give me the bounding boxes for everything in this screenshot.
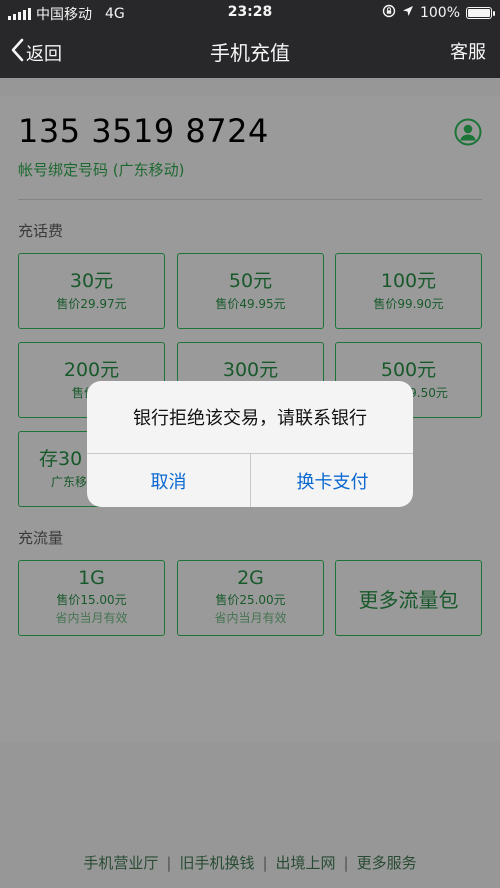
cancel-button[interactable]: 取消 (87, 454, 250, 507)
dialog-message: 银行拒绝该交易，请联系银行 (133, 408, 367, 429)
change-card-button[interactable]: 换卡支付 (251, 454, 413, 507)
alert-dialog: 银行拒绝该交易，请联系银行 取消 换卡支付 (87, 381, 413, 507)
